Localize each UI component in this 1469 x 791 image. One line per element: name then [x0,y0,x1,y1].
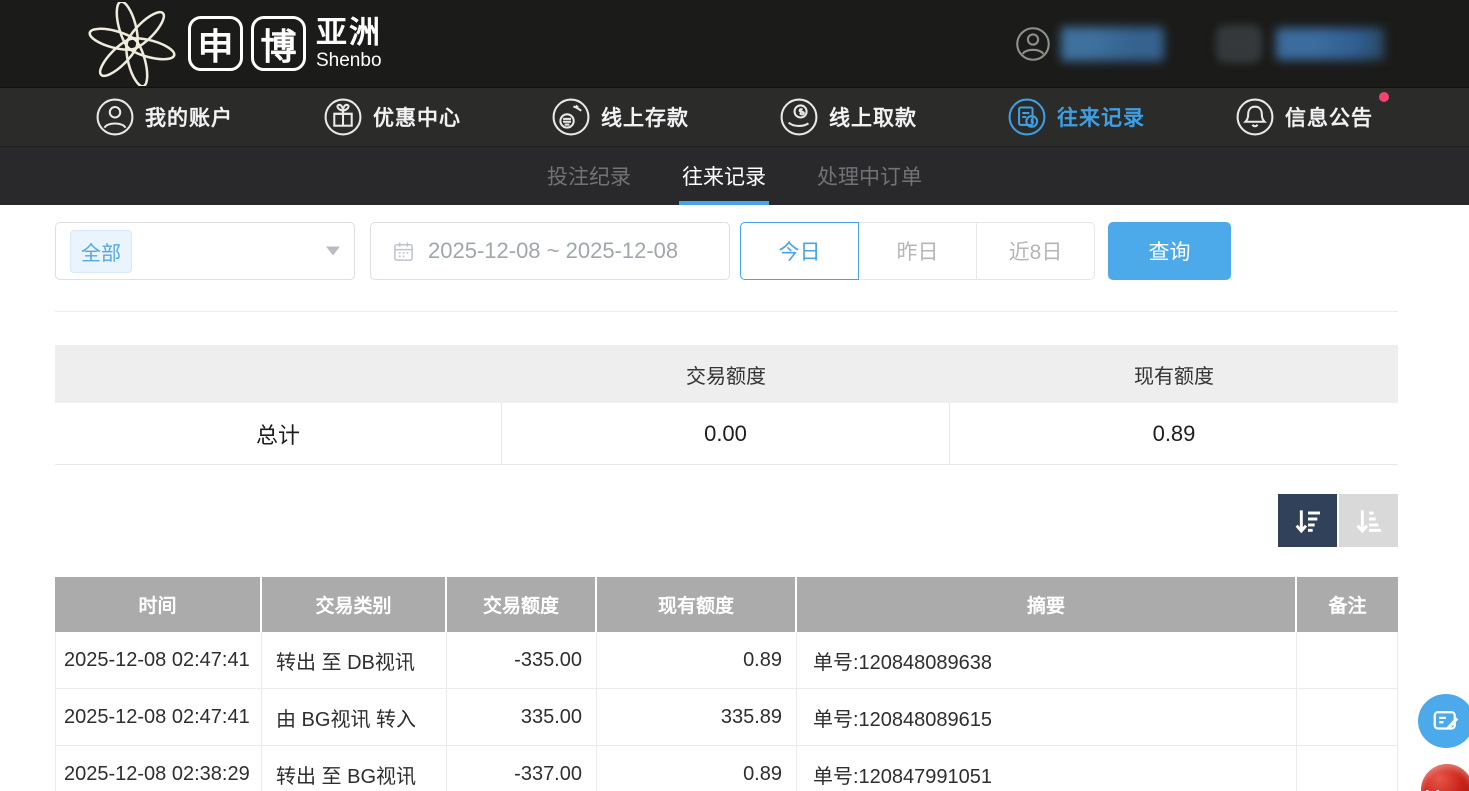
main-nav: 我的账户 优惠中心 线上存款 线上取款 [0,87,1469,146]
tab-pending-orders[interactable]: 处理中订单 [815,147,924,205]
chevron-down-icon [326,247,340,256]
cell-summary: 单号:120848089615 [797,689,1297,745]
cell-remark [1297,746,1398,791]
records-clipboard-clock-icon [1008,98,1046,136]
tab-betting-records[interactable]: 投注纪录 [545,147,633,205]
cell-type: 由 BG视讯 转入 [262,689,447,745]
redacted-badge [1216,25,1262,63]
summary-table: 交易额度 现有额度 总计 0.00 0.89 [55,345,1398,465]
logo-char-box-1: 申 [188,16,243,71]
table-header-row: 时间 交易类别 交易额度 现有额度 摘要 备注 [55,577,1398,632]
sort-descending-button[interactable] [1278,494,1337,547]
logo-char-box-2: 博 [251,16,306,71]
logo-region-cn: 亚洲 [316,17,382,48]
nav-item-promotions[interactable]: 优惠中心 [324,98,461,136]
today-button[interactable]: 今日 [740,222,859,280]
user-area [1015,0,1384,87]
col-balance: 现有额度 [597,577,797,632]
yesterday-button[interactable]: 昨日 [858,222,977,280]
nav-label: 信息公告 [1285,102,1373,132]
last-8-days-button[interactable]: 近8日 [976,222,1095,280]
cell-remark [1297,632,1398,688]
cell-type: 转出 至 DB视讯 [262,632,447,688]
table-row: 2025-12-08 02:47:41 转出 至 DB视讯 -335.00 0.… [55,632,1398,689]
nav-item-deposit[interactable]: 线上存款 [552,98,689,136]
notification-red-dot [1379,92,1389,102]
quick-date-group: 今日 昨日 近8日 [740,222,1095,280]
withdraw-dollar-hand-icon [780,98,818,136]
section-divider [55,311,1398,312]
note-pencil-icon [1431,706,1461,736]
user-circle-icon [96,98,134,136]
bell-icon [1236,98,1274,136]
table-row: 2025-12-08 02:38:29 转出 至 BG视讯 -337.00 0.… [55,746,1398,791]
summary-header-empty [55,345,502,403]
page: 申 博 亚洲 Shenbo 我的账户 [0,0,1469,791]
nav-item-transaction-records[interactable]: 往来记录 [1008,98,1145,136]
category-chip[interactable]: 全部 [70,230,132,273]
summary-transaction-total: 0.00 [502,403,950,464]
cell-time: 2025-12-08 02:47:41 [55,689,262,745]
cell-summary: 单号:120848089638 [797,632,1297,688]
records-table: 时间 交易类别 交易额度 现有额度 摘要 备注 2025-12-08 02:47… [55,577,1398,791]
nav-label: 往来记录 [1057,102,1145,132]
summary-header-current: 现有额度 [950,345,1398,403]
nav-item-withdraw[interactable]: 线上取款 [780,98,917,136]
category-select[interactable]: 全部 [55,222,355,280]
nav-label: 线上取款 [829,102,917,132]
search-button[interactable]: 查询 [1108,222,1231,280]
calendar-icon [392,240,415,263]
summary-header-row: 交易额度 现有额度 [55,345,1398,403]
user-avatar-icon[interactable] [1015,26,1051,62]
nav-label: 线上存款 [601,102,689,132]
col-type: 交易类别 [262,577,447,632]
cell-amount: 335.00 [447,689,597,745]
cell-summary: 单号:120847991051 [797,746,1297,791]
cell-balance: 0.89 [597,632,797,688]
logo-region: 亚洲 Shenbo [316,17,382,70]
sort-descending-icon [1292,505,1324,537]
nav-label: 优惠中心 [373,102,461,132]
cell-balance: 335.89 [597,689,797,745]
cell-type: 转出 至 BG视讯 [262,746,447,791]
col-time: 时间 [55,577,262,632]
red-promo-button[interactable]: bb [1421,764,1469,791]
redacted-balance [1276,28,1384,60]
filter-bar: 全部 2025-12-08 ~ 2025-12-08 今日 昨日 近8日 查询 [55,222,1398,280]
cell-balance: 0.89 [597,746,797,791]
summary-total-label: 总计 [55,403,502,464]
cell-remark [1297,689,1398,745]
sub-tabs: 投注纪录 往来记录 处理中订单 [0,146,1469,205]
nav-item-my-account[interactable]: 我的账户 [96,98,233,136]
col-summary: 摘要 [797,577,1297,632]
brand-logo[interactable]: 申 博 亚洲 Shenbo [84,0,382,87]
summary-total-row: 总计 0.00 0.89 [55,403,1398,465]
cell-amount: -337.00 [447,746,597,791]
redacted-username [1061,27,1164,61]
cell-amount: -335.00 [447,632,597,688]
cell-time: 2025-12-08 02:47:41 [55,632,262,688]
date-range-input[interactable]: 2025-12-08 ~ 2025-12-08 [370,222,730,280]
nav-item-announcements[interactable]: 信息公告 [1236,98,1373,136]
summary-header-transaction: 交易额度 [502,345,950,403]
logo-region-en: Shenbo [316,51,382,70]
sort-ascending-icon [1353,505,1385,537]
table-row: 2025-12-08 02:47:41 由 BG视讯 转入 335.00 335… [55,689,1398,746]
summary-current-total: 0.89 [950,403,1398,464]
col-remark: 备注 [1297,577,1398,632]
red-promo-label: bb [1425,787,1446,791]
cell-time: 2025-12-08 02:38:29 [55,746,262,791]
feedback-note-button[interactable] [1418,694,1469,748]
tab-transaction-records[interactable]: 往来记录 [680,147,768,205]
sort-ascending-button[interactable] [1339,494,1398,547]
col-amount: 交易额度 [447,577,597,632]
sort-controls [0,494,1398,547]
date-range-value: 2025-12-08 ~ 2025-12-08 [428,238,678,264]
nav-label: 我的账户 [145,102,233,132]
deposit-coin-hand-icon [552,98,590,136]
flower-logo-icon [84,2,180,86]
gift-icon [324,98,362,136]
top-bar: 申 博 亚洲 Shenbo [0,0,1469,87]
